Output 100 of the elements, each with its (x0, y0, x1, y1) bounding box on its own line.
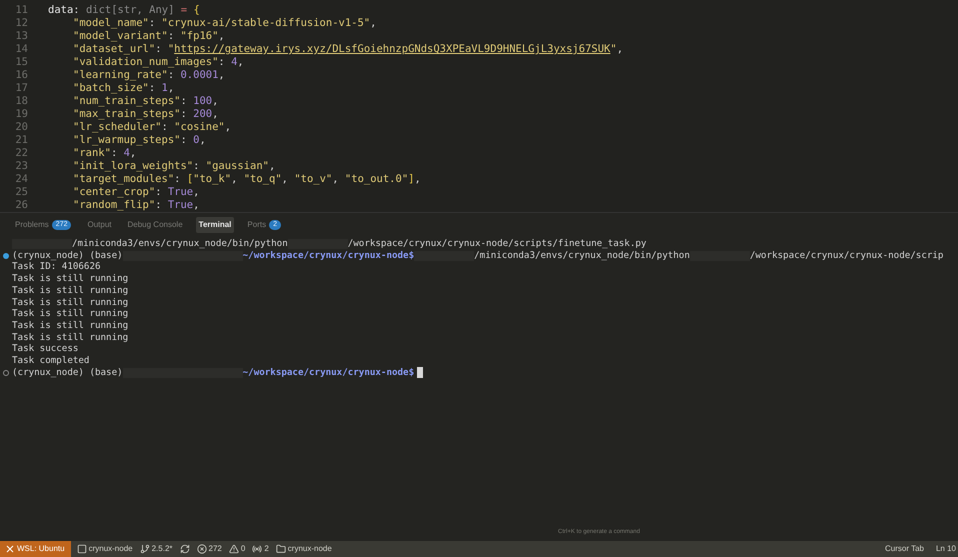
line-number: 15 (14, 56, 28, 69)
terminal-text: Task is still running (12, 284, 128, 297)
line-number: 23 (14, 160, 28, 173)
status-item[interactable]: crynux-node (276, 543, 332, 555)
line-number: 13 (14, 30, 28, 43)
code-token: : (155, 43, 163, 56)
terminal-text: Task ID: 4106626 (12, 261, 101, 274)
code-token: : (148, 82, 156, 95)
prompt-path: ~/workspace/crynux/crynux-node$ (242, 366, 414, 378)
panel-tab[interactable]: Terminal (196, 217, 234, 233)
terminal-text: (crynux_node) (base) (12, 250, 123, 262)
folder-icon (276, 544, 286, 554)
code-token: ] (408, 173, 414, 186)
code-token: , (224, 121, 232, 134)
line-number: 14 (14, 43, 28, 56)
line-number: 26 (14, 199, 28, 212)
terminal-text: /workspace/crynux/crynux-node/scripts/finetune_task.py (348, 238, 646, 250)
code-token: "gaussian" (206, 160, 269, 173)
code-token: "center_crop" (73, 186, 156, 199)
line-number: 20 (14, 121, 28, 134)
code-token: : (155, 199, 163, 212)
status-item[interactable]: 2.5.2* (140, 543, 173, 555)
status-item[interactable]: 272 (196, 543, 222, 555)
code-token: 1 (162, 82, 168, 95)
code-token: : (162, 121, 169, 134)
line-number: 11 (14, 4, 28, 17)
code-token: , (168, 82, 174, 95)
code-token: data (48, 4, 74, 17)
code-token: "learning_rate" (73, 69, 168, 82)
error-icon (196, 544, 207, 554)
line-number: 19 (14, 108, 28, 121)
code-token: True (168, 186, 194, 199)
code-token: : (180, 134, 188, 147)
line-number: 25 (14, 186, 28, 199)
code-token: = (180, 4, 188, 17)
code-token: " (168, 43, 174, 56)
code-token: , (130, 147, 136, 160)
status-item[interactable]: 0 (228, 543, 246, 555)
code-token: : (110, 147, 118, 160)
code-token: 100 (193, 95, 212, 108)
code-token: [ (186, 173, 194, 186)
code-token: "to_v" (294, 173, 332, 186)
terminal-text: /miniconda3/envs/crynux_node/bin/python (474, 250, 690, 262)
code-token: "random_flip" (73, 199, 156, 212)
code-token: "batch_size" (73, 82, 149, 95)
code-token: "num_train_steps" (73, 95, 180, 108)
code-token: "lr_warmup_steps" (73, 134, 180, 147)
status-item[interactable]: crynux-node (76, 543, 133, 555)
code-token: "lr_scheduler" (73, 121, 162, 134)
code-token: , (268, 160, 276, 173)
code-token: , (193, 186, 200, 199)
code-token: 200 (193, 108, 212, 121)
code-token: , (231, 173, 238, 186)
code-token: 0 (193, 134, 200, 147)
status-item[interactable]: Cursor Tab (884, 543, 924, 555)
code-token: , (282, 173, 289, 186)
code-token: 0.0001 (180, 69, 218, 82)
code-token: "model_name" (73, 17, 149, 30)
status-item[interactable]: Ln 10 (936, 543, 956, 555)
code-token: "dataset_url" (73, 43, 156, 56)
code-token: "crynux-ai/stable-diffusion-v1-5" (162, 17, 370, 30)
terminal-text: Task completed (12, 355, 90, 367)
line-number: 24 (14, 173, 28, 186)
terminal-text: Task is still running (12, 296, 128, 308)
line-number: 21 (14, 134, 28, 147)
remote-indicator[interactable]: WSL: Ubuntu (0, 541, 71, 557)
terminal-text: Task is still running (12, 320, 128, 332)
line-number: 17 (14, 82, 28, 95)
line-number: 18 (14, 95, 28, 108)
terminal-text: Task success (12, 343, 78, 356)
code-token: : (155, 186, 163, 199)
code-token: : (174, 173, 182, 186)
code-token: "max_train_steps" (73, 108, 180, 121)
code-token: "cosine" (174, 121, 225, 134)
code-token: "to_out.0" (344, 173, 408, 186)
warning-icon (228, 544, 239, 554)
code-token: , (212, 108, 218, 121)
status-item[interactable] (180, 544, 190, 554)
code-token: : (180, 95, 188, 108)
code-token: , (616, 43, 624, 56)
code-token: , (199, 134, 206, 147)
line-number: 22 (14, 147, 28, 160)
code-token: , (218, 30, 225, 43)
code-token: "to_k" (193, 173, 232, 186)
panel-tab[interactable]: Output (84, 217, 114, 233)
code-token: : (180, 108, 188, 121)
line-number: 12 (14, 17, 28, 30)
panel-tab[interactable]: Debug Console (124, 217, 186, 233)
code-token: : (148, 17, 156, 30)
status-item[interactable]: 2 (252, 543, 269, 555)
code-token: "model_variant" (73, 30, 168, 43)
terminal-cursor (417, 367, 424, 378)
code-token: "to_q" (244, 173, 282, 186)
branch-icon (140, 544, 150, 554)
code-token: : (193, 160, 200, 173)
window-icon (76, 544, 87, 554)
sync-icon (180, 544, 190, 554)
code-token: "target_modules" (73, 173, 174, 186)
terminal-text: Task is still running (12, 273, 128, 285)
code-token: : (218, 56, 226, 69)
